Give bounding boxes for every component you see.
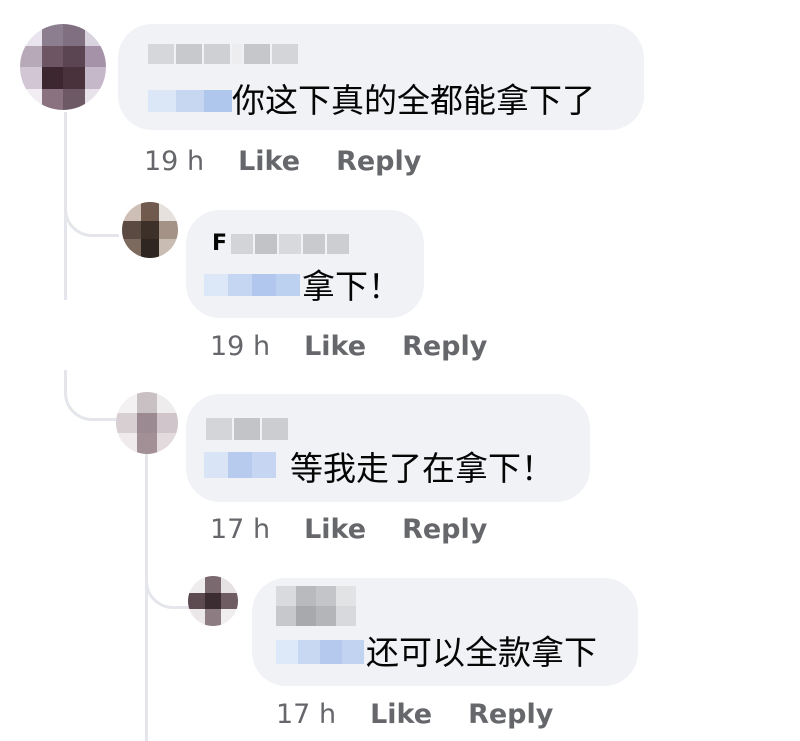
- comment-text: 还可以全款拿下: [366, 633, 597, 672]
- reply-button[interactable]: Reply: [468, 699, 553, 730]
- comment-text: 等我走了在拿下！: [290, 449, 554, 488]
- comment-text: 你这下真的全都能拿下了: [232, 81, 595, 120]
- blurred-mention[interactable]: [148, 90, 232, 112]
- comment-text: 拿下！: [302, 267, 401, 306]
- timestamp[interactable]: 17 h: [276, 699, 336, 730]
- thread-connector: [145, 560, 190, 609]
- reply-button[interactable]: Reply: [336, 146, 421, 177]
- timestamp[interactable]: 19 h: [210, 331, 270, 362]
- author-initial: F: [212, 231, 228, 256]
- blurred-mention[interactable]: [204, 274, 300, 296]
- like-button[interactable]: Like: [304, 514, 366, 545]
- blurred-mention[interactable]: [276, 640, 364, 664]
- comment-actions: 19 h Like Reply: [210, 331, 487, 362]
- like-button[interactable]: Like: [238, 146, 300, 177]
- blurred-mention[interactable]: [204, 452, 276, 478]
- avatar[interactable]: [116, 392, 178, 454]
- blurred-author-name[interactable]: F: [212, 231, 350, 256]
- comment-actions: 17 h Like Reply: [210, 514, 487, 545]
- blurred-author-name[interactable]: [276, 586, 356, 626]
- avatar[interactable]: [20, 24, 106, 110]
- blurred-author-name[interactable]: [148, 44, 298, 64]
- reply-button[interactable]: Reply: [402, 331, 487, 362]
- like-button[interactable]: Like: [304, 331, 366, 362]
- thread-connector: [64, 190, 119, 237]
- timestamp[interactable]: 19 h: [144, 146, 204, 177]
- like-button[interactable]: Like: [370, 699, 432, 730]
- thread-connector: [64, 370, 119, 421]
- avatar[interactable]: [188, 576, 238, 626]
- avatar[interactable]: [122, 202, 178, 258]
- comment-actions: 19 h Like Reply: [144, 146, 421, 177]
- timestamp[interactable]: 17 h: [210, 514, 270, 545]
- blurred-author-name[interactable]: [206, 418, 288, 440]
- reply-button[interactable]: Reply: [402, 514, 487, 545]
- comment-actions: 17 h Like Reply: [276, 699, 553, 730]
